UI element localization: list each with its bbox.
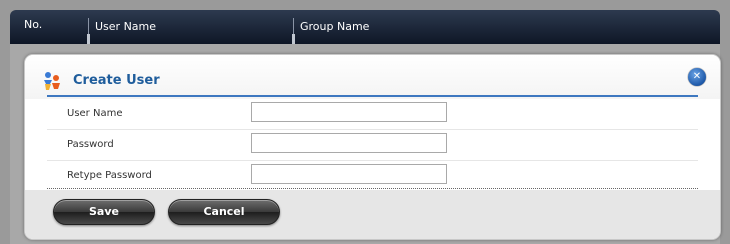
dialog-button-bar: Save Cancel (25, 190, 720, 239)
create-user-dialog: Create User ✕ User Name Password Retype … (24, 54, 721, 240)
users-icon (42, 71, 62, 91)
field-label: User Name (67, 108, 123, 119)
password-input[interactable] (251, 133, 447, 153)
cancel-button[interactable]: Cancel (168, 199, 280, 225)
form-row-password: Password (47, 129, 698, 161)
column-header-group-name[interactable]: Group Name (292, 18, 370, 44)
form-row-retype-password: Retype Password (47, 160, 698, 191)
column-header-label: User Name (95, 20, 157, 33)
column-header-user-name[interactable]: User Name (87, 18, 157, 44)
field-label: Password (67, 139, 114, 150)
save-button[interactable]: Save (53, 199, 155, 225)
form-divider (47, 188, 698, 189)
column-header-no[interactable]: No. (24, 10, 42, 44)
user-name-input[interactable] (251, 102, 447, 122)
close-icon[interactable]: ✕ (688, 68, 706, 86)
title-divider (47, 95, 698, 97)
column-resize-handle[interactable] (292, 34, 295, 44)
column-resize-handle[interactable] (87, 34, 90, 44)
form-row-user-name: User Name (47, 98, 698, 130)
dialog-title: Create User (73, 73, 160, 88)
column-header-label: Group Name (300, 20, 370, 33)
dialog-title-bar: Create User ✕ (25, 55, 720, 99)
retype-password-input[interactable] (251, 164, 447, 184)
field-label: Retype Password (67, 170, 152, 181)
table-header: No. User Name Group Name (10, 10, 720, 44)
